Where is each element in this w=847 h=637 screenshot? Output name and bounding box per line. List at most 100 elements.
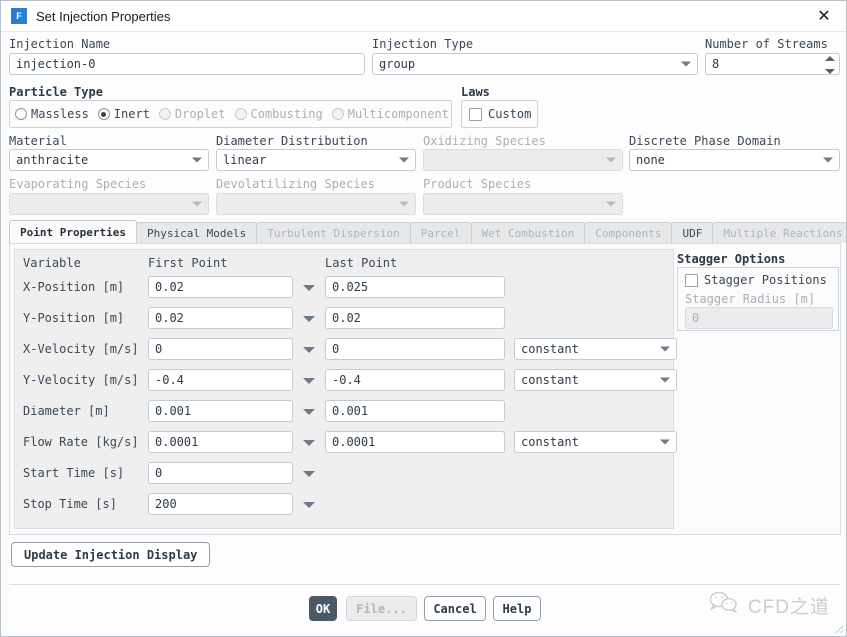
- spinner-arrows-icon[interactable]: [825, 56, 835, 74]
- discrete-phase-domain-select[interactable]: none: [629, 149, 840, 171]
- evaporating-species-select: [9, 193, 209, 215]
- ok-button[interactable]: OK: [309, 596, 337, 621]
- number-of-streams-label: Number of Streams: [705, 37, 828, 51]
- injection-name-input[interactable]: injection-0: [9, 53, 365, 75]
- last-point-input[interactable]: 0: [325, 338, 505, 360]
- row-label: Flow Rate [kg/s]: [23, 435, 139, 449]
- law-select[interactable]: constant: [514, 369, 677, 391]
- row-dropdown-icon[interactable]: [303, 343, 315, 355]
- row-dropdown-icon[interactable]: [303, 374, 315, 386]
- close-icon[interactable]: ✕: [802, 1, 846, 31]
- first-point-input[interactable]: 200: [148, 493, 293, 515]
- title-bar: F Set Injection Properties ✕: [1, 1, 846, 32]
- chevron-down-icon: [399, 157, 409, 163]
- radio-multicomponent-icon: [331, 108, 344, 120]
- first-point-input[interactable]: -0.4: [148, 369, 293, 391]
- radio-combusting-icon: [234, 108, 247, 120]
- last-point-input[interactable]: 0.02: [325, 307, 505, 329]
- law-select[interactable]: constant: [514, 338, 677, 360]
- help-button[interactable]: Help: [493, 596, 541, 621]
- radio-droplet-icon: [158, 108, 171, 120]
- radio-droplet-label: Droplet: [174, 107, 226, 121]
- product-species-label: Product Species: [423, 177, 532, 191]
- chevron-down-icon: [192, 201, 202, 207]
- first-point-input[interactable]: 0.0001: [148, 431, 293, 453]
- last-point-input[interactable]: 0.001: [325, 400, 505, 422]
- law-value: constant: [521, 342, 579, 356]
- tab-physical-models[interactable]: Physical Models: [135, 222, 258, 243]
- row-dropdown-icon[interactable]: [303, 467, 315, 479]
- devolatilizing-species-label: Devolatilizing Species: [216, 177, 375, 191]
- footer-divider: [9, 584, 840, 585]
- product-species-select: [423, 193, 623, 215]
- first-point-input[interactable]: 0.001: [148, 400, 293, 422]
- first-point-input[interactable]: 0: [148, 462, 293, 484]
- diameter-distribution-label: Diameter Distribution: [216, 134, 368, 148]
- last-point-input[interactable]: 0.0001: [325, 431, 505, 453]
- number-of-streams-stepper[interactable]: 8: [705, 53, 840, 75]
- radio-multicomponent-label: Multicomponent: [347, 107, 449, 121]
- spinner-down-icon[interactable]: [825, 69, 835, 74]
- row-label: Stop Time [s]: [23, 497, 117, 511]
- point-properties-table: Variable First Point Last Point X-Positi…: [14, 249, 677, 529]
- radio-inert-label: Inert: [113, 107, 150, 121]
- row-label: X-Position [m]: [23, 280, 125, 294]
- row-dropdown-icon[interactable]: [303, 405, 315, 417]
- chevron-down-icon: [660, 439, 670, 445]
- row-dropdown-icon[interactable]: [303, 436, 315, 448]
- row-label: Start Time [s]: [23, 466, 125, 480]
- chevron-down-icon: [660, 377, 670, 383]
- law-value: constant: [521, 373, 579, 387]
- column-header-last-point: Last Point: [325, 256, 398, 270]
- stagger-options-group: Stagger Positions Stagger Radius [m] 0: [677, 267, 839, 331]
- chevron-down-icon: [823, 157, 833, 163]
- chevron-down-icon: [192, 157, 202, 163]
- stagger-options-label: Stagger Options: [677, 252, 786, 266]
- wechat-icon: [708, 590, 740, 620]
- tab-point-properties[interactable]: Point Properties: [9, 220, 137, 243]
- material-select[interactable]: anthracite: [9, 149, 209, 171]
- checkbox-icon: [469, 107, 482, 121]
- row-label: X-Velocity [m/s]: [23, 342, 139, 356]
- radio-massless[interactable]: Massless: [15, 107, 89, 121]
- first-point-input[interactable]: 0: [148, 338, 293, 360]
- row-dropdown-icon[interactable]: [303, 312, 315, 324]
- particle-type-label: Particle Type: [9, 85, 103, 99]
- diameter-distribution-value: linear: [223, 153, 267, 167]
- law-value: constant: [521, 435, 579, 449]
- chevron-down-icon: [399, 201, 409, 207]
- last-point-input[interactable]: -0.4: [325, 369, 505, 391]
- fluent-app-icon: F: [11, 8, 27, 24]
- column-header-first-point: First Point: [148, 256, 228, 270]
- last-point-input[interactable]: 0.025: [325, 276, 505, 298]
- tab-udf[interactable]: UDF: [671, 222, 714, 243]
- page-title: Set Injection Properties: [36, 8, 171, 24]
- tab-wet-combustion: Wet Combustion: [470, 222, 586, 243]
- radio-inert[interactable]: Inert: [97, 107, 150, 121]
- spinner-up-icon[interactable]: [825, 56, 835, 61]
- cancel-button[interactable]: Cancel: [424, 596, 486, 621]
- stagger-positions-checkbox[interactable]: Stagger Positions: [685, 273, 827, 287]
- radio-combusting-label: Combusting: [250, 107, 323, 121]
- radio-combusting: Combusting: [234, 107, 323, 121]
- stagger-positions-label: Stagger Positions: [704, 273, 827, 287]
- custom-law-checkbox[interactable]: Custom: [469, 100, 531, 128]
- diameter-distribution-select[interactable]: linear: [216, 149, 416, 171]
- stagger-radius-label: Stagger Radius [m]: [685, 292, 816, 306]
- tab-components: Components: [584, 222, 673, 243]
- law-select[interactable]: constant: [514, 431, 677, 453]
- resize-grip-icon[interactable]: [832, 622, 844, 634]
- update-injection-display-button[interactable]: Update Injection Display: [11, 542, 211, 567]
- particle-type-options: Massless Inert Droplet Combusting Multic…: [15, 100, 458, 128]
- injection-type-select[interactable]: group: [372, 53, 698, 75]
- first-point-input[interactable]: 0.02: [148, 307, 293, 329]
- stagger-radius-input: 0: [685, 307, 833, 329]
- chevron-down-icon: [606, 157, 616, 163]
- file-button[interactable]: File...: [346, 596, 417, 621]
- evaporating-species-label: Evaporating Species: [9, 177, 147, 191]
- oxidizing-species-label: Oxidizing Species: [423, 134, 546, 148]
- row-dropdown-icon[interactable]: [303, 281, 315, 293]
- set-injection-properties-dialog: F Set Injection Properties ✕ Injection N…: [0, 0, 847, 637]
- row-dropdown-icon[interactable]: [303, 498, 315, 510]
- first-point-input[interactable]: 0.02: [148, 276, 293, 298]
